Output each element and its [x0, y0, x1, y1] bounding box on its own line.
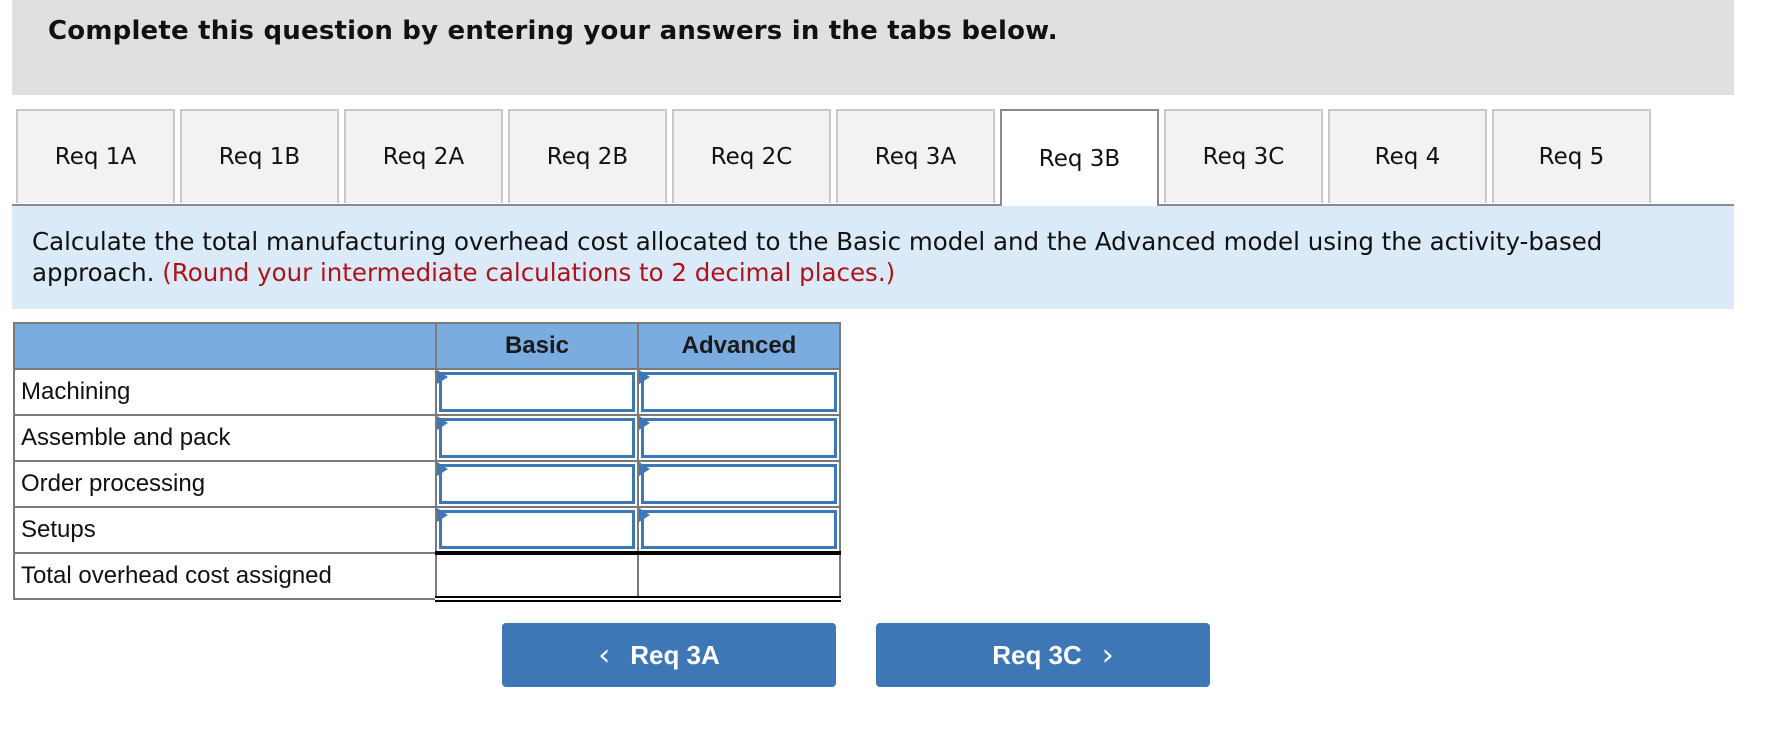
input-flag-icon — [437, 462, 448, 476]
tab-req-2b[interactable]: Req 2B — [508, 109, 667, 203]
tab-req-3c[interactable]: Req 3C — [1164, 109, 1323, 203]
header-basic: Basic — [435, 322, 639, 370]
table-row: Order processing — [13, 460, 841, 508]
input-flag-icon — [437, 508, 448, 522]
table-row: Machining — [13, 368, 841, 416]
next-req-label: Req 3C — [992, 639, 1082, 670]
row-label-total: Total overhead cost assigned — [13, 552, 437, 600]
input-flag-icon — [639, 370, 650, 384]
tab-req-5[interactable]: Req 5 — [1492, 109, 1651, 203]
table-row: Assemble and pack — [13, 414, 841, 462]
instructions-panel: Calculate the total manufacturing overhe… — [12, 206, 1734, 309]
total-row: Total overhead cost assigned — [13, 551, 841, 602]
setups-basic-input[interactable] — [442, 513, 632, 546]
tab-req-3a[interactable]: Req 3A — [836, 109, 995, 203]
tab-req-4[interactable]: Req 4 — [1328, 109, 1487, 203]
header-blank — [13, 322, 437, 370]
tab-req-2a[interactable]: Req 2A — [344, 109, 503, 203]
question-header: Complete this question by entering your … — [12, 0, 1734, 95]
order-processing-basic-input[interactable] — [442, 467, 632, 501]
row-label-setups: Setups — [13, 506, 437, 554]
prev-req-button[interactable]: ‹ Req 3A — [502, 623, 836, 687]
machining-basic-input[interactable] — [442, 375, 632, 409]
header-advanced: Advanced — [637, 322, 841, 370]
tab-req-3b[interactable]: Req 3B — [1000, 109, 1159, 206]
assemble-pack-basic-input[interactable] — [442, 421, 632, 455]
prev-req-label: Req 3A — [630, 639, 720, 670]
requirement-tabs: Req 1A Req 1B Req 2A Req 2B Req 2C Req 3… — [16, 109, 1651, 206]
input-flag-icon — [639, 416, 650, 430]
table-row: Setups — [13, 506, 841, 554]
row-label-assemble-pack: Assemble and pack — [13, 414, 437, 462]
row-label-machining: Machining — [13, 368, 437, 416]
row-label-order-processing: Order processing — [13, 460, 437, 508]
tab-req-1b[interactable]: Req 1B — [180, 109, 339, 203]
input-flag-icon — [639, 508, 650, 522]
tab-req-2c[interactable]: Req 2C — [672, 109, 831, 203]
machining-advanced-input[interactable] — [644, 375, 834, 409]
tab-req-1a[interactable]: Req 1A — [16, 109, 175, 203]
input-flag-icon — [437, 416, 448, 430]
table-header-row: Basic Advanced — [13, 322, 841, 370]
total-advanced-value — [637, 551, 841, 602]
total-basic-value — [435, 551, 639, 602]
next-req-button[interactable]: Req 3C › — [876, 623, 1210, 687]
rounding-note: (Round your intermediate calculations to… — [162, 258, 896, 287]
assemble-pack-advanced-input[interactable] — [644, 421, 834, 455]
chevron-left-icon: ‹ — [598, 637, 611, 673]
input-flag-icon — [437, 370, 448, 384]
setups-advanced-input[interactable] — [644, 513, 834, 546]
overhead-table: Basic Advanced Machining Assemble and pa… — [13, 322, 841, 602]
order-processing-advanced-input[interactable] — [644, 467, 834, 501]
chevron-right-icon: › — [1101, 637, 1114, 673]
header-title: Complete this question by entering your … — [48, 16, 1058, 46]
input-flag-icon — [639, 462, 650, 476]
